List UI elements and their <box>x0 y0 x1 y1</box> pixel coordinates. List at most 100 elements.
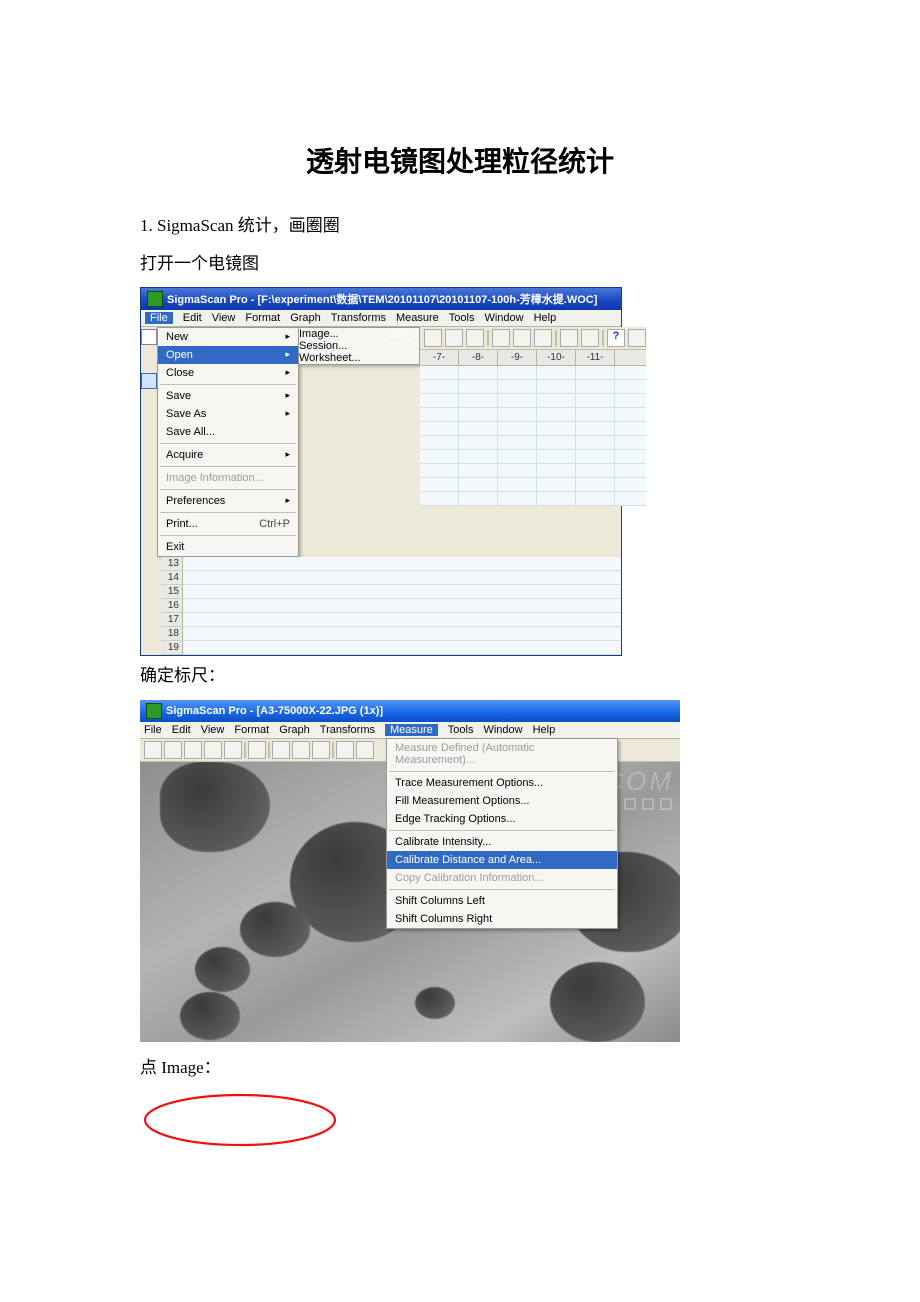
ellipse-icon <box>140 1090 340 1150</box>
menu-file[interactable]: File <box>145 312 173 324</box>
red-ellipse <box>140 1090 780 1155</box>
col-header[interactable]: -10- <box>537 350 576 365</box>
menu-close[interactable]: Close <box>158 364 298 382</box>
col-header[interactable]: -8- <box>459 350 498 365</box>
submenu-image[interactable]: Image... Ctrl+O <box>299 328 419 340</box>
menu-transforms[interactable]: Transforms <box>320 724 375 736</box>
open-line: 打开一个电镜图 <box>140 248 780 280</box>
menu-graph[interactable]: Graph <box>290 312 321 324</box>
menu-image-info: Image Information... <box>158 469 298 487</box>
measure-menu-dropdown: Measure Defined (Automatic Measurement).… <box>386 738 618 929</box>
mi-edge-options[interactable]: Edge Tracking Options... <box>387 810 617 828</box>
menu-new[interactable]: New <box>158 328 298 346</box>
toolbar-btn[interactable] <box>424 329 442 347</box>
toolbar-btn[interactable] <box>445 329 463 347</box>
toolbar-btn[interactable] <box>356 741 374 759</box>
app-icon <box>146 703 162 719</box>
menu-window[interactable]: Window <box>483 724 522 736</box>
toolbar-btn[interactable] <box>144 741 162 759</box>
menu-preferences[interactable]: Preferences <box>158 492 298 510</box>
row-num[interactable]: 16 <box>161 599 183 613</box>
row-num[interactable]: 13 <box>161 557 183 571</box>
menu-file[interactable]: File <box>144 724 162 736</box>
row-num[interactable]: 14 <box>161 571 183 585</box>
menu-measure[interactable]: Measure <box>385 724 438 736</box>
toolbar-btn[interactable] <box>204 741 222 759</box>
watermark-dots <box>624 798 672 810</box>
ss1-cells[interactable] <box>420 366 646 506</box>
mi-calibrate-intensity[interactable]: Calibrate Intensity... <box>387 833 617 851</box>
cut-icon[interactable] <box>272 741 290 759</box>
ss1-left-iconbar <box>141 327 157 389</box>
worksheet-icon <box>141 373 157 389</box>
mi-measure-defined: Measure Defined (Automatic Measurement).… <box>387 739 617 769</box>
menu-transforms[interactable]: Transforms <box>331 312 386 324</box>
ss2-title-text: SigmaScan Pro - [A3-75000X-22.JPG (1x)] <box>166 705 383 717</box>
row-num[interactable]: 18 <box>161 627 183 641</box>
menu-view[interactable]: View <box>212 312 236 324</box>
menu-exit[interactable]: Exit <box>158 538 298 556</box>
open-submenu: Image... Ctrl+O Session... Worksheet... <box>298 327 420 365</box>
app-icon <box>147 291 163 307</box>
toolbar-btn[interactable] <box>224 741 242 759</box>
menu-tools[interactable]: Tools <box>448 724 474 736</box>
toolbar-btn[interactable] <box>492 329 510 347</box>
row-num[interactable]: 17 <box>161 613 183 627</box>
menu-save-as[interactable]: Save As <box>158 405 298 423</box>
mi-shift-left[interactable]: Shift Columns Left <box>387 892 617 910</box>
menu-acquire[interactable]: Acquire <box>158 446 298 464</box>
menu-save-all[interactable]: Save All... <box>158 423 298 441</box>
toolbar-btn[interactable] <box>534 329 552 347</box>
menu-save[interactable]: Save <box>158 387 298 405</box>
toolbar-btn[interactable] <box>466 329 484 347</box>
toolbar-btn[interactable] <box>513 329 531 347</box>
mi-trace-options[interactable]: Trace Measurement Options... <box>387 774 617 792</box>
menu-open[interactable]: Open <box>158 346 298 364</box>
click-image: 点 Image： <box>140 1052 780 1084</box>
help-icon[interactable]: ? <box>607 329 625 347</box>
mi-calibrate-distance[interactable]: Calibrate Distance and Area... <box>387 851 617 869</box>
menu-edit[interactable]: Edit <box>183 312 202 324</box>
row-num[interactable]: 15 <box>161 585 183 599</box>
menu-graph[interactable]: Graph <box>279 724 310 736</box>
menu-format[interactable]: Format <box>245 312 280 324</box>
menu-format[interactable]: Format <box>234 724 269 736</box>
copy-icon[interactable] <box>292 741 310 759</box>
menu-view[interactable]: View <box>201 724 225 736</box>
menu-acquire-label: Acquire <box>166 449 203 461</box>
menu-close-label: Close <box>166 367 194 379</box>
ss1-titlebar: SigmaScan Pro - [F:\experiment\数据\TEM\20… <box>141 288 621 310</box>
toolbar-btn[interactable] <box>560 329 578 347</box>
toolbar-sep <box>332 742 334 758</box>
menu-edit[interactable]: Edit <box>172 724 191 736</box>
toolbar-btn[interactable] <box>164 741 182 759</box>
menu-measure[interactable]: Measure <box>396 312 439 324</box>
submenu-session[interactable]: Session... <box>299 340 419 352</box>
paste-icon[interactable] <box>312 741 330 759</box>
menu-pref-label: Preferences <box>166 495 225 507</box>
toolbar-btn[interactable] <box>336 741 354 759</box>
ss1-title-text: SigmaScan Pro - [F:\experiment\数据\TEM\20… <box>167 291 597 307</box>
menu-open-label: Open <box>166 349 193 361</box>
toolbar-btn[interactable] <box>581 329 599 347</box>
row-num[interactable]: 19 <box>161 641 183 655</box>
menu-print-label: Print... <box>166 518 198 530</box>
menu-help[interactable]: Help <box>533 724 556 736</box>
menu-print[interactable]: Print... Ctrl+P <box>158 515 298 533</box>
toolbar-btn[interactable] <box>184 741 202 759</box>
col-header[interactable]: -11- <box>576 350 615 365</box>
print-icon[interactable] <box>248 741 266 759</box>
mi-fill-options[interactable]: Fill Measurement Options... <box>387 792 617 810</box>
menu-window[interactable]: Window <box>484 312 523 324</box>
col-header[interactable]: -7- <box>420 350 459 365</box>
confirm-scale: 确定标尺： <box>140 660 780 692</box>
mi-shift-right[interactable]: Shift Columns Right <box>387 910 617 928</box>
toolbar-btn[interactable] <box>628 329 646 347</box>
submenu-worksheet-label: Worksheet... <box>299 352 361 364</box>
menu-tools[interactable]: Tools <box>449 312 475 324</box>
ss1-menubar: File Edit View Format Graph Transforms M… <box>141 310 621 327</box>
toolbar-sep <box>268 742 270 758</box>
menu-help[interactable]: Help <box>534 312 557 324</box>
col-header[interactable]: -9- <box>498 350 537 365</box>
submenu-worksheet[interactable]: Worksheet... <box>299 352 419 364</box>
